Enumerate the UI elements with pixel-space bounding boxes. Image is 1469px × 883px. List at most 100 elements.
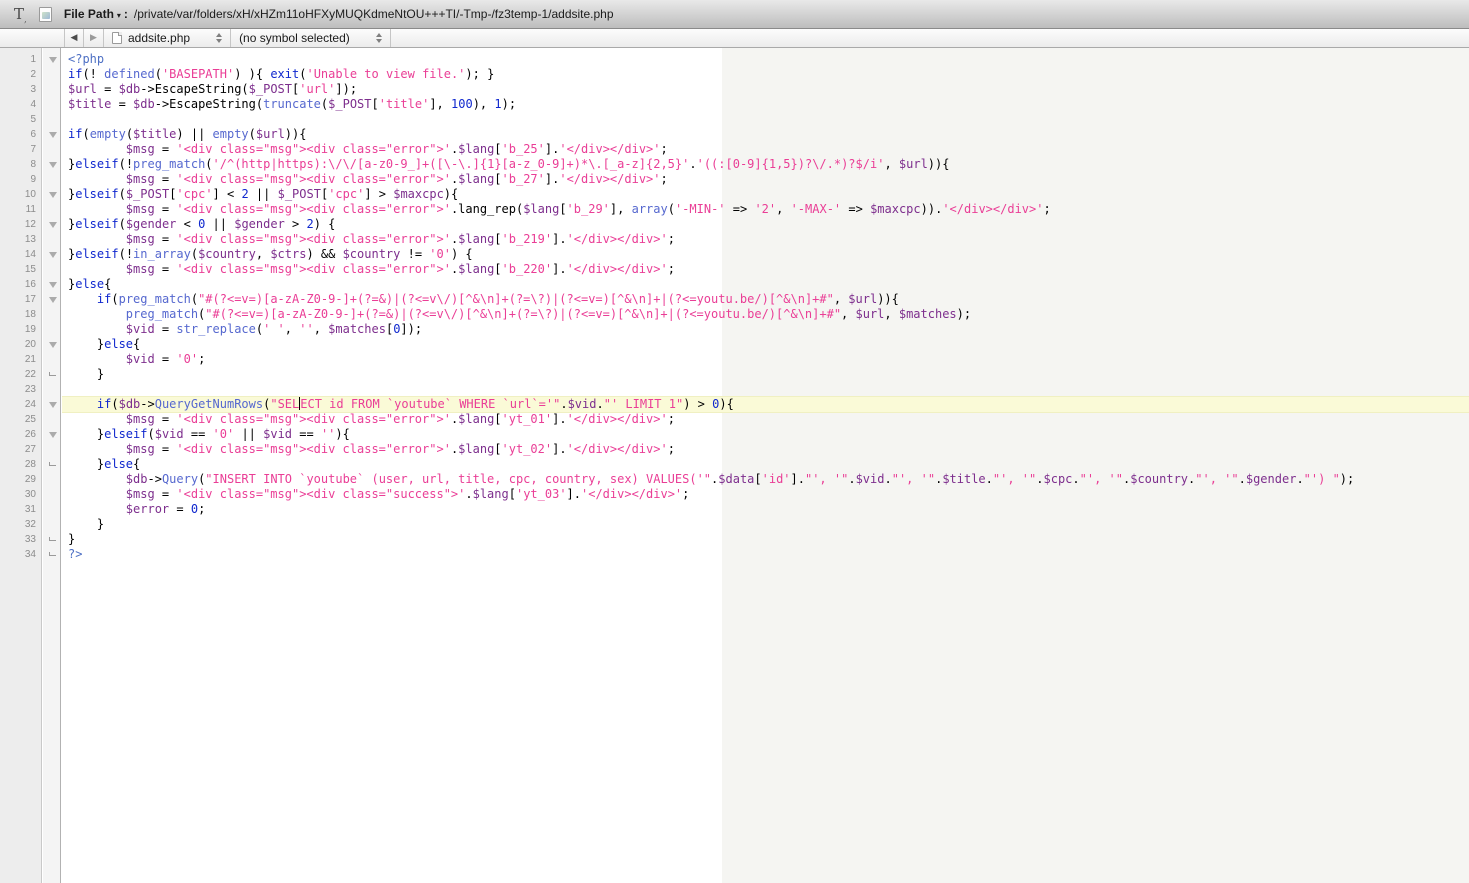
code-text[interactable]: if(! defined('BASEPATH') ){ exit('Unable… xyxy=(62,67,1469,82)
code-line[interactable]: 23 xyxy=(0,382,1469,397)
back-button[interactable]: ◀ xyxy=(64,29,84,47)
fold-arrow-icon[interactable] xyxy=(49,222,57,228)
code-line[interactable]: 6if(empty($title) || empty($url)){ xyxy=(0,127,1469,142)
fold-gutter[interactable] xyxy=(43,187,62,202)
fold-gutter[interactable] xyxy=(43,277,62,292)
code-text[interactable]: $url = $db->EscapeString($_POST['url']); xyxy=(62,82,1469,97)
code-text[interactable]: $msg = '<div class="msg"><div class="err… xyxy=(62,262,1469,277)
code-line[interactable]: 17 if(preg_match("#(?<=v=)[a-zA-Z0-9-]+(… xyxy=(0,292,1469,307)
code-text[interactable]: }elseif(!in_array($country, $ctrs) && $c… xyxy=(62,247,1469,262)
code-line[interactable]: 12}elseif($gender < 0 || $gender > 2) { xyxy=(0,217,1469,232)
code-text[interactable]: $msg = '<div class="msg"><div class="err… xyxy=(62,442,1469,457)
fold-arrow-icon[interactable] xyxy=(49,57,57,63)
code-line[interactable]: 30 $msg = '<div class="msg"><div class="… xyxy=(0,487,1469,502)
code-text[interactable]: }else{ xyxy=(62,457,1469,472)
code-text[interactable]: $vid = str_replace(' ', '', $matches[0])… xyxy=(62,322,1469,337)
fold-gutter[interactable] xyxy=(43,427,62,442)
fold-end-icon[interactable] xyxy=(49,462,56,466)
code-line[interactable]: 2if(! defined('BASEPATH') ){ exit('Unabl… xyxy=(0,67,1469,82)
file-path-label[interactable]: File Path xyxy=(64,7,114,21)
code-line[interactable]: 16}else{ xyxy=(0,277,1469,292)
code-text[interactable]: }elseif(!preg_match('/^(http|https):\/\/… xyxy=(62,157,1469,172)
code-line[interactable]: 18 preg_match("#(?<=v=)[a-zA-Z0-9-]+(?=&… xyxy=(0,307,1469,322)
code-text[interactable]: ?> xyxy=(62,547,1469,562)
text-tool-icon[interactable]: T, xyxy=(14,5,27,23)
fold-end-icon[interactable] xyxy=(49,537,56,541)
code-line[interactable]: 1<?php xyxy=(0,52,1469,67)
fold-gutter[interactable] xyxy=(43,457,62,472)
file-path-dropdown-caret[interactable]: ▾ xyxy=(117,11,121,20)
code-text[interactable]: $db->Query("INSERT INTO `youtube` (user,… xyxy=(62,472,1469,487)
fold-arrow-icon[interactable] xyxy=(49,192,57,198)
code-text[interactable]: $vid = '0'; xyxy=(62,352,1469,367)
code-text[interactable]: }elseif($_POST['cpc'] < 2 || $_POST['cpc… xyxy=(62,187,1469,202)
code-text[interactable] xyxy=(62,382,1469,397)
code-line[interactable]: 15 $msg = '<div class="msg"><div class="… xyxy=(0,262,1469,277)
fold-arrow-icon[interactable] xyxy=(49,342,57,348)
code-line[interactable]: 19 $vid = str_replace(' ', '', $matches[… xyxy=(0,322,1469,337)
code-text[interactable]: } xyxy=(62,517,1469,532)
code-line[interactable]: 22 } xyxy=(0,367,1469,382)
code-text[interactable]: if(preg_match("#(?<=v=)[a-zA-Z0-9-]+(?=&… xyxy=(62,292,1469,307)
fold-end-icon[interactable] xyxy=(49,372,56,376)
symbol-selector[interactable]: (no symbol selected) xyxy=(231,29,391,47)
fold-gutter[interactable] xyxy=(43,247,62,262)
code-line[interactable]: 34?> xyxy=(0,547,1469,562)
code-line[interactable]: 20 }else{ xyxy=(0,337,1469,352)
code-text[interactable]: $msg = '<div class="msg"><div class="err… xyxy=(62,412,1469,427)
code-text[interactable]: } xyxy=(62,532,1469,547)
forward-button[interactable]: ▶ xyxy=(84,29,104,47)
fold-end-icon[interactable] xyxy=(49,552,56,556)
code-text[interactable]: $msg = '<div class="msg"><div class="err… xyxy=(62,202,1469,217)
code-text[interactable]: $msg = '<div class="msg"><div class="suc… xyxy=(62,487,1469,502)
code-line[interactable]: 13 $msg = '<div class="msg"><div class="… xyxy=(0,232,1469,247)
fold-gutter[interactable] xyxy=(43,337,62,352)
code-line[interactable]: 11 $msg = '<div class="msg"><div class="… xyxy=(0,202,1469,217)
code-line[interactable]: 32 } xyxy=(0,517,1469,532)
symbol-stepper[interactable] xyxy=(376,33,382,43)
code-text[interactable] xyxy=(62,112,1469,127)
code-line[interactable]: 29 $db->Query("INSERT INTO `youtube` (us… xyxy=(0,472,1469,487)
fold-gutter[interactable] xyxy=(43,127,62,142)
code-text[interactable]: $title = $db->EscapeString(truncate($_PO… xyxy=(62,97,1469,112)
code-text[interactable]: } xyxy=(62,367,1469,382)
fold-arrow-icon[interactable] xyxy=(49,162,57,168)
code-text[interactable]: }else{ xyxy=(62,337,1469,352)
code-line[interactable]: 21 $vid = '0'; xyxy=(0,352,1469,367)
code-text[interactable]: }else{ xyxy=(62,277,1469,292)
code-line[interactable]: 8}elseif(!preg_match('/^(http|https):\/\… xyxy=(0,157,1469,172)
fold-gutter[interactable] xyxy=(43,397,62,412)
code-text[interactable]: if($db->QueryGetNumRows("SELECT id FROM … xyxy=(62,397,1469,412)
code-text[interactable]: $msg = '<div class="msg"><div class="err… xyxy=(62,142,1469,157)
code-editor[interactable]: 1<?php2if(! defined('BASEPATH') ){ exit(… xyxy=(0,48,1469,883)
code-line[interactable]: 26 }elseif($vid == '0' || $vid == ''){ xyxy=(0,427,1469,442)
code-text[interactable]: }elseif($gender < 0 || $gender > 2) { xyxy=(62,217,1469,232)
fold-gutter[interactable] xyxy=(43,52,62,67)
code-line[interactable]: 5 xyxy=(0,112,1469,127)
code-text[interactable]: $msg = '<div class="msg"><div class="err… xyxy=(62,232,1469,247)
code-line[interactable]: 31 $error = 0; xyxy=(0,502,1469,517)
code-text[interactable]: $error = 0; xyxy=(62,502,1469,517)
code-line[interactable]: 14}elseif(!in_array($country, $ctrs) && … xyxy=(0,247,1469,262)
code-text[interactable]: }elseif($vid == '0' || $vid == ''){ xyxy=(62,427,1469,442)
fold-arrow-icon[interactable] xyxy=(49,252,57,258)
code-line[interactable]: 10}elseif($_POST['cpc'] < 2 || $_POST['c… xyxy=(0,187,1469,202)
file-tab-stepper[interactable] xyxy=(216,33,222,43)
code-text[interactable]: <?php xyxy=(62,52,1469,67)
fold-gutter[interactable] xyxy=(43,157,62,172)
code-text[interactable]: preg_match("#(?<=v=)[a-zA-Z0-9-]+(?=&)|(… xyxy=(62,307,1469,322)
fold-gutter[interactable] xyxy=(43,367,62,382)
code-line[interactable]: 25 $msg = '<div class="msg"><div class="… xyxy=(0,412,1469,427)
fold-gutter[interactable] xyxy=(43,532,62,547)
code-line[interactable]: 33} xyxy=(0,532,1469,547)
fold-gutter[interactable] xyxy=(43,292,62,307)
fold-arrow-icon[interactable] xyxy=(49,282,57,288)
fold-gutter[interactable] xyxy=(43,547,62,562)
code-text[interactable]: if(empty($title) || empty($url)){ xyxy=(62,127,1469,142)
code-line[interactable]: 3$url = $db->EscapeString($_POST['url'])… xyxy=(0,82,1469,97)
file-tab-selector[interactable]: addsite.php xyxy=(104,29,231,47)
fold-gutter[interactable] xyxy=(43,217,62,232)
code-line[interactable]: 7 $msg = '<div class="msg"><div class="e… xyxy=(0,142,1469,157)
code-text[interactable]: $msg = '<div class="msg"><div class="err… xyxy=(62,172,1469,187)
code-line[interactable]: 24 if($db->QueryGetNumRows("SELECT id FR… xyxy=(0,397,1469,412)
